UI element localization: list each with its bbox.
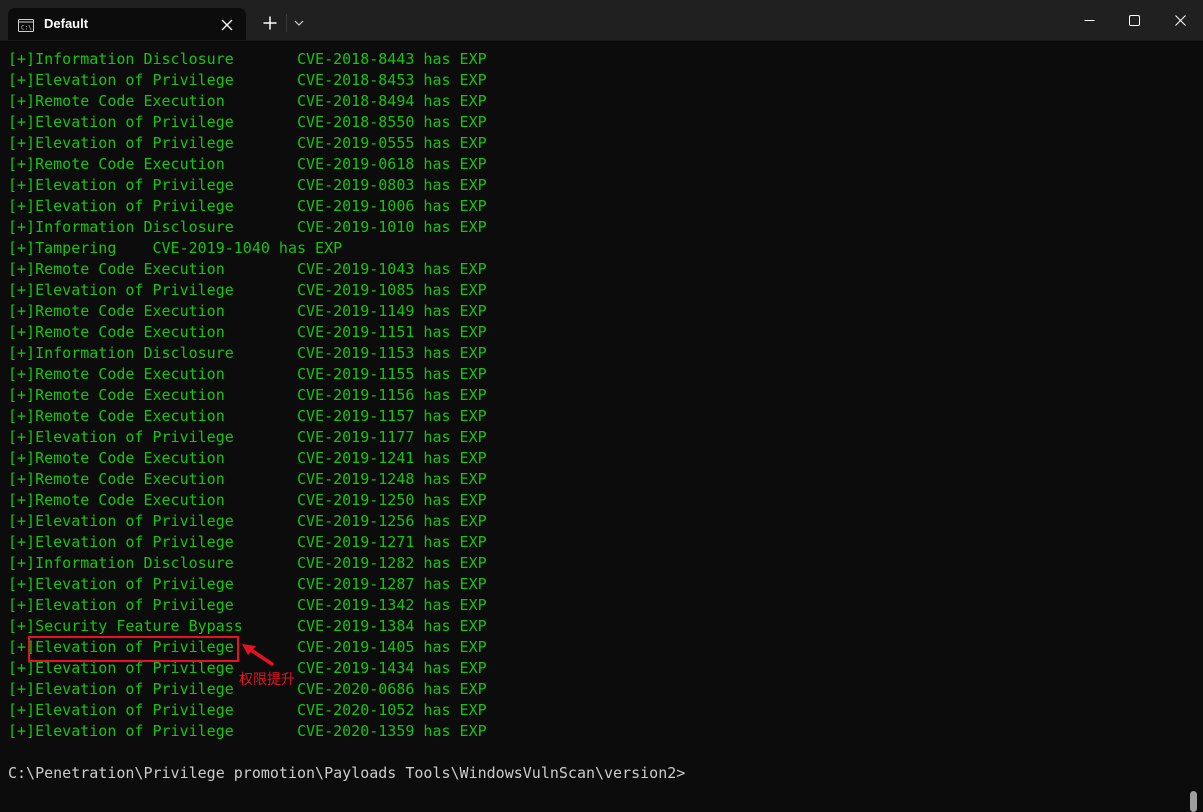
close-icon: [221, 19, 233, 31]
terminal-line: [+]Remote Code Execution CVE-2018-8494 h…: [8, 92, 487, 110]
terminal-line: [+]Elevation of Privilege CVE-2019-1085 …: [8, 281, 487, 299]
plus-icon: [263, 16, 277, 30]
close-window-button[interactable]: [1157, 0, 1203, 40]
terminal-line: [+]Elevation of Privilege CVE-2019-1177 …: [8, 428, 487, 446]
maximize-icon: [1128, 14, 1140, 26]
terminal-line: [+]Remote Code Execution CVE-2019-1151 h…: [8, 323, 487, 341]
tab-title: Default: [44, 16, 89, 31]
terminal-line: [+]Remote Code Execution CVE-2019-1248 h…: [8, 470, 487, 488]
command-prompt[interactable]: C:\Penetration\Privilege promotion\Paylo…: [8, 763, 685, 784]
terminal-line: [+]Elevation of Privilege CVE-2019-1271 …: [8, 533, 487, 551]
tab-default[interactable]: C:\ Default: [8, 8, 246, 40]
terminal-line: [+]Remote Code Execution CVE-2019-0618 h…: [8, 155, 487, 173]
maximize-button[interactable]: [1111, 0, 1157, 40]
terminal-line: [+]Elevation of Privilege CVE-2019-0803 …: [8, 176, 487, 194]
close-tab-button[interactable]: [216, 14, 238, 36]
terminal-line: [+]Security Feature Bypass CVE-2019-1384…: [8, 617, 487, 635]
terminal-output[interactable]: [+]Information Disclosure CVE-2018-8443 …: [0, 41, 1185, 791]
scrollbar-thumb[interactable]: [1190, 791, 1197, 812]
terminal-line: [+]Elevation of Privilege CVE-2019-0555 …: [8, 134, 487, 152]
terminal-line: [+]Information Disclosure CVE-2019-1153 …: [8, 344, 487, 362]
terminal-line: [+]Information Disclosure CVE-2018-8443 …: [8, 50, 487, 68]
terminal-line: [+]Elevation of Privilege CVE-2019-1006 …: [8, 197, 487, 215]
new-tab-button[interactable]: [257, 10, 283, 36]
terminal-line: [+]Remote Code Execution CVE-2019-1156 h…: [8, 386, 487, 404]
terminal-line: [+]Tampering CVE-2019-1040 has EXP: [8, 239, 343, 257]
terminal-line: [+]Elevation of Privilege CVE-2019-1256 …: [8, 512, 487, 530]
minimize-button[interactable]: [1066, 0, 1112, 40]
terminal-line: [+]Remote Code Execution CVE-2019-1241 h…: [8, 449, 487, 467]
arrow-icon: [240, 642, 274, 670]
annotation-highlight-box: [28, 636, 239, 662]
svg-text:C:\: C:\: [21, 25, 32, 32]
terminal-line: [+]Elevation of Privilege CVE-2020-1359 …: [8, 722, 487, 740]
scrollbar[interactable]: [1185, 41, 1203, 812]
tab-divider: [286, 14, 287, 32]
terminal-line: [+]Elevation of Privilege CVE-2019-1342 …: [8, 596, 487, 614]
terminal-icon: C:\: [18, 17, 34, 32]
terminal-line: [+]Remote Code Execution CVE-2019-1149 h…: [8, 302, 487, 320]
terminal-line: [+]Remote Code Execution CVE-2019-1250 h…: [8, 491, 487, 509]
terminal-line: [+]Elevation of Privilege CVE-2018-8453 …: [8, 71, 487, 89]
terminal-line: [+]Remote Code Execution CVE-2019-1155 h…: [8, 365, 487, 383]
terminal-line: [+]Information Disclosure CVE-2019-1010 …: [8, 218, 487, 236]
terminal-line: [+]Information Disclosure CVE-2019-1282 …: [8, 554, 487, 572]
minimize-icon: [1084, 19, 1094, 21]
terminal-line: [+]Elevation of Privilege CVE-2018-8550 …: [8, 113, 487, 131]
terminal-line: [+]Elevation of Privilege CVE-2020-1052 …: [8, 701, 487, 719]
close-icon: [1174, 14, 1186, 26]
terminal-line: [+]Elevation of Privilege CVE-2019-1287 …: [8, 575, 487, 593]
title-bar: C:\ Default: [0, 0, 1203, 41]
chevron-down-icon: [294, 20, 304, 26]
annotation-label: 权限提升: [239, 672, 295, 688]
terminal-line: [+]Remote Code Execution CVE-2019-1157 h…: [8, 407, 487, 425]
profiles-dropdown-button[interactable]: [289, 10, 309, 36]
terminal-line: [+]Remote Code Execution CVE-2019-1043 h…: [8, 260, 487, 278]
